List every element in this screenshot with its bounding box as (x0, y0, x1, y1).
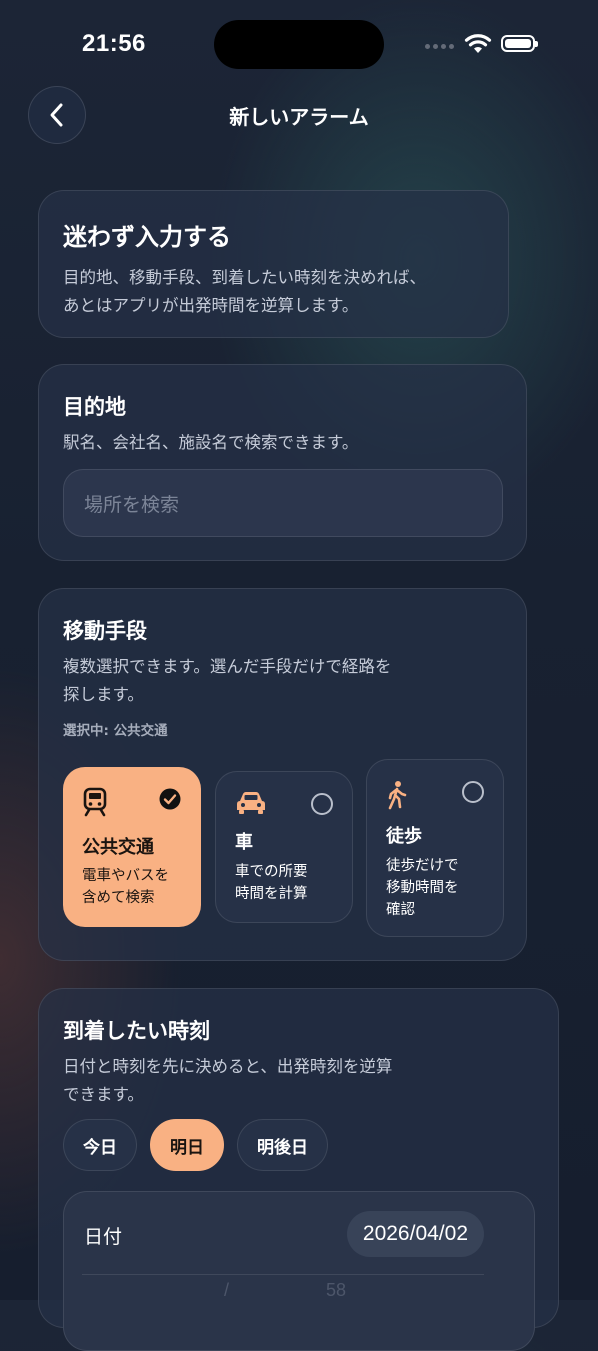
radio-unselected-icon (311, 793, 333, 815)
transport-option-car[interactable]: 車 車での所要 時間を計算 (215, 771, 353, 923)
transit-option-name: 公共交通 (82, 837, 154, 858)
radio-unselected-icon (462, 781, 484, 803)
train-icon (83, 787, 107, 817)
transport-option-walk[interactable]: 徒歩 徒歩だけで 移動時間を 確認 (366, 759, 504, 937)
transport-description-line1: 複数選択できます。選んだ手段だけで経路を (63, 657, 392, 676)
walk-option-name: 徒歩 (386, 826, 422, 847)
intro-body-line1: 目的地、移動手段、到着したい時刻を決めれば、 (63, 268, 426, 287)
transport-description-line2: 探します。 (63, 685, 144, 704)
arrival-description-line1: 日付と時刻を先に決めると、出発時刻を逆算 (63, 1057, 393, 1076)
walk-option-desc-line2: 移動時間を (386, 880, 459, 896)
chip-tomorrow[interactable]: 明日 (150, 1119, 224, 1171)
status-time: 21:56 (82, 30, 146, 57)
date-picker-panel: 日付 2026/04/02 / 58 (63, 1191, 535, 1351)
walking-icon (388, 781, 407, 810)
intro-title: 迷わず入力する (63, 223, 231, 251)
transport-option-transit[interactable]: 公共交通 電車やバスを 含めて検索 (63, 767, 201, 927)
page-title: 新しいアラーム (229, 105, 369, 129)
car-option-name: 車 (235, 832, 253, 853)
status-bar: 21:56 (0, 0, 598, 90)
divider (82, 1274, 484, 1275)
arrival-title: 到着したい時刻 (63, 1019, 210, 1043)
transport-card: 移動手段 複数選択できます。選んだ手段だけで経路を 探します。 選択中: 公共交… (38, 588, 527, 961)
destination-title: 目的地 (63, 395, 126, 419)
transit-option-desc-line1: 電車やバスを (82, 868, 169, 884)
walk-option-desc-line1: 徒歩だけで (386, 858, 459, 874)
arrival-time-card: 到着したい時刻 日付と時刻を先に決めると、出発時刻を逆算 できます。 今日 明日… (38, 988, 559, 1351)
intro-card: 迷わず入力する 目的地、移動手段、到着したい時刻を決めれば、 あとはアプリが出発… (38, 190, 509, 338)
arrival-description-line2: できます。 (63, 1085, 144, 1104)
time-wheel-minute[interactable]: 58 (326, 1280, 346, 1301)
transport-title: 移動手段 (63, 619, 147, 643)
place-search-input[interactable]: 場所を検索 (63, 469, 503, 537)
search-placeholder: 場所を検索 (84, 493, 180, 516)
date-value-button[interactable]: 2026/04/02 (346, 1211, 484, 1257)
destination-description: 駅名、会社名、施設名で検索できます。 (63, 433, 359, 452)
intro-body-line2: あとはアプリが出発時間を逆算します。 (63, 296, 359, 315)
date-label: 日付 (84, 1226, 123, 1248)
signal-icon (425, 44, 454, 49)
chip-day-after-tomorrow[interactable]: 明後日 (237, 1119, 328, 1171)
battery-icon (501, 35, 538, 52)
wifi-icon (464, 34, 492, 53)
walk-option-desc-line3: 確認 (386, 902, 415, 918)
car-option-desc-line2: 時間を計算 (235, 886, 308, 902)
dynamic-island (214, 20, 384, 69)
day-chip-group: 今日 明日 明後日 (63, 1119, 328, 1171)
checkmark-selected-icon (159, 788, 181, 810)
time-wheel-separator[interactable]: / (224, 1280, 229, 1301)
car-option-desc-line1: 車での所要 (235, 864, 308, 880)
destination-card: 目的地 駅名、会社名、施設名で検索できます。 場所を検索 (38, 364, 527, 561)
transit-option-desc-line2: 含めて検索 (82, 890, 155, 906)
selected-transport-label: 選択中: 公共交通 (63, 723, 168, 739)
car-icon (237, 792, 265, 814)
chip-today[interactable]: 今日 (63, 1119, 137, 1171)
